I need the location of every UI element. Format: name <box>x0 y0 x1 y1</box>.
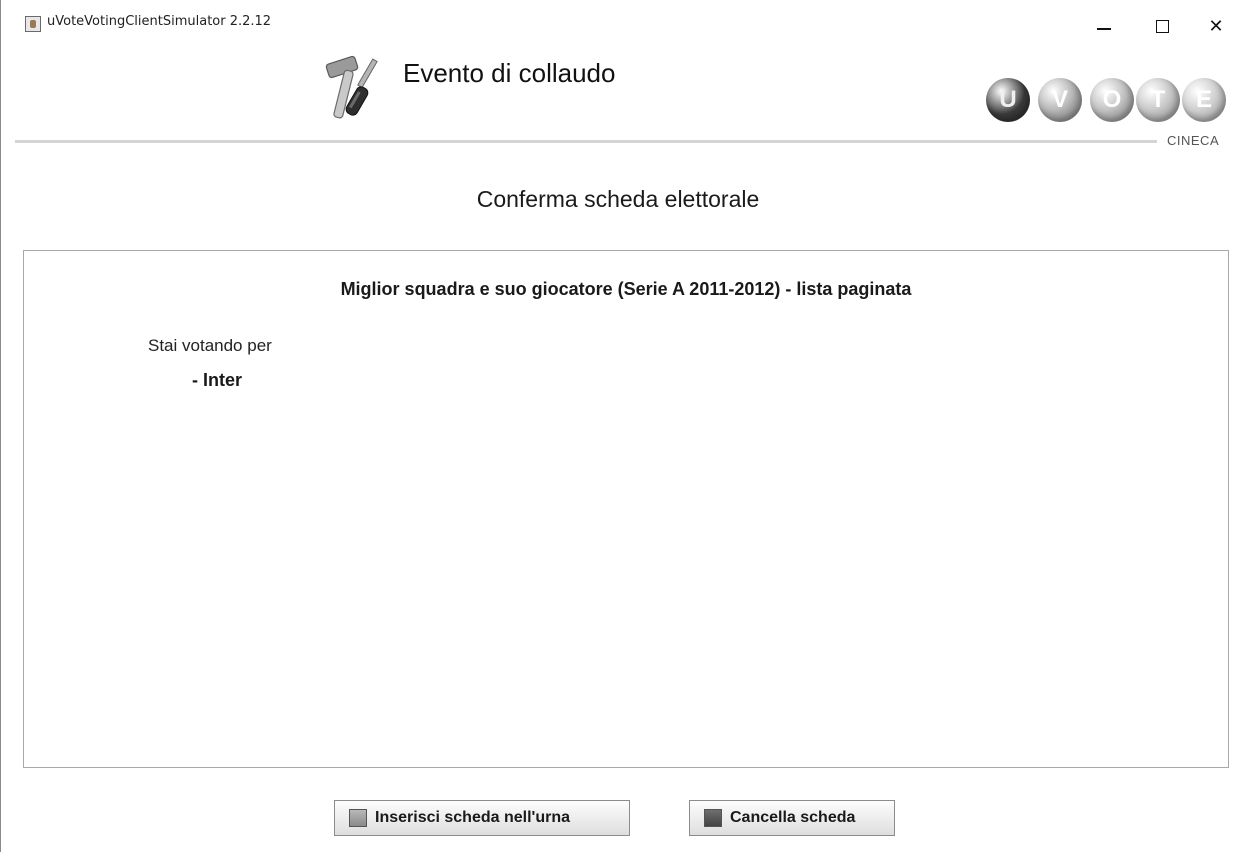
selected-choice: - Inter <box>192 370 243 390</box>
close-icon: ✕ <box>1208 15 1224 37</box>
logo-letter-u: U <box>986 78 1030 122</box>
title-bar[interactable]: uVoteVotingClientSimulator 2.2.12 ✕ <box>1 0 1234 44</box>
page-title: Conferma scheda elettorale <box>476 186 760 212</box>
logo-letter-v: V <box>1038 78 1082 122</box>
app-window: uVoteVotingClientSimulator 2.2.12 ✕ Even… <box>0 0 1234 852</box>
cancel-ballot-label: Cancella scheda <box>730 809 856 826</box>
insert-ballot-label: Inserisci scheda nell'urna <box>375 809 570 826</box>
insert-ballot-button[interactable]: Inserisci scheda nell'urna <box>334 800 630 836</box>
event-title: Evento di collaudo <box>403 58 616 88</box>
close-button[interactable]: ✕ <box>1199 12 1233 40</box>
maximize-icon <box>1155 19 1169 33</box>
logo-letter-o: O <box>1090 78 1134 122</box>
hammer-screwdriver-icon <box>325 55 378 119</box>
ballot-title: Miglior squadra e suo giocatore (Serie A… <box>340 279 912 299</box>
logo-letter-t: T <box>1136 78 1180 122</box>
window-title: uVoteVotingClientSimulator 2.2.12 <box>47 14 272 29</box>
ballot-panel: Miglior squadra e suo giocatore (Serie A… <box>23 250 1229 768</box>
minimize-button[interactable] <box>1087 12 1121 40</box>
voting-for-label: Stai votando per <box>148 336 272 355</box>
header-divider <box>15 140 1157 143</box>
cancel-ballot-button[interactable]: Cancella scheda <box>689 800 895 836</box>
maximize-button[interactable] <box>1145 12 1179 40</box>
java-app-icon <box>25 16 41 32</box>
minimize-icon <box>1097 28 1111 30</box>
button-square-icon <box>349 809 367 827</box>
logo-letter-e: E <box>1182 78 1226 122</box>
cineca-brand: CINECA <box>1167 133 1220 148</box>
button-square-icon <box>704 809 722 827</box>
